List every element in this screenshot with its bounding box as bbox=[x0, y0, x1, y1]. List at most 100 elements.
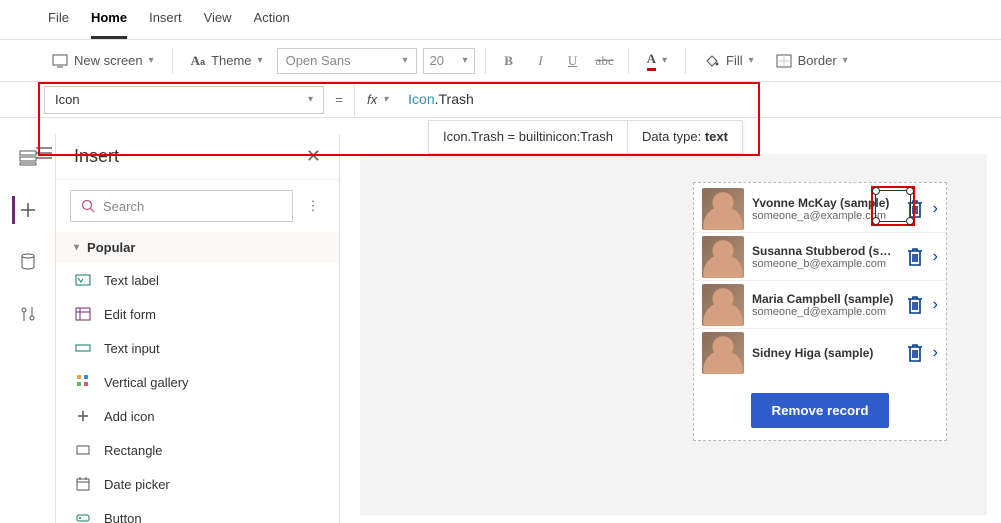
left-rail bbox=[0, 134, 56, 523]
search-placeholder: Search bbox=[103, 199, 144, 214]
chevron-right-icon[interactable]: › bbox=[933, 200, 938, 218]
chevron-right-icon[interactable]: › bbox=[933, 344, 938, 362]
item-icon bbox=[74, 305, 92, 323]
property-value: Icon bbox=[55, 92, 80, 107]
paint-bucket-icon bbox=[704, 54, 720, 68]
insert-item[interactable]: Add icon bbox=[56, 399, 339, 433]
item-label: Add icon bbox=[104, 409, 155, 424]
chevron-down-icon: ▾ bbox=[749, 55, 754, 66]
menu-tabs: File Home Insert View Action bbox=[0, 0, 1001, 40]
font-size-select[interactable]: 20 ▾ bbox=[423, 48, 475, 74]
gallery-card[interactable]: Susanna Stubberod (sample)someone_b@exam… bbox=[694, 233, 946, 281]
avatar bbox=[702, 236, 744, 278]
insert-item[interactable]: Text label bbox=[56, 263, 339, 297]
card-text: Sidney Higa (sample) bbox=[752, 346, 897, 360]
insert-item[interactable]: Date picker bbox=[56, 467, 339, 501]
bold-button[interactable]: B bbox=[496, 48, 522, 74]
border-button[interactable]: Border ▾ bbox=[768, 49, 856, 72]
tab-file[interactable]: File bbox=[48, 10, 69, 39]
font-size-value: 20 bbox=[430, 53, 444, 68]
insert-item[interactable]: Text input bbox=[56, 331, 339, 365]
trash-icon[interactable] bbox=[905, 294, 925, 316]
new-screen-label: New screen bbox=[74, 53, 143, 68]
chevron-down-icon: ▾ bbox=[403, 55, 408, 66]
chevron-down-icon: ▾ bbox=[662, 55, 667, 66]
chevron-right-icon[interactable]: › bbox=[933, 248, 938, 266]
border-label: Border bbox=[798, 53, 837, 68]
property-select[interactable]: Icon ▾ bbox=[44, 86, 324, 114]
insert-item[interactable]: Rectangle bbox=[56, 433, 339, 467]
rail-data[interactable] bbox=[14, 248, 42, 276]
fill-button[interactable]: Fill ▾ bbox=[696, 49, 762, 72]
chevron-down-icon: ▾ bbox=[383, 94, 388, 105]
selection-handles[interactable] bbox=[875, 190, 911, 222]
theme-button[interactable]: Aa Theme ▾ bbox=[183, 49, 271, 73]
trash-icon[interactable] bbox=[905, 342, 925, 364]
card-text: Susanna Stubberod (sample)someone_b@exam… bbox=[752, 244, 897, 270]
theme-label: Theme bbox=[211, 53, 251, 68]
chevron-down-icon: ▾ bbox=[843, 55, 848, 66]
item-icon bbox=[74, 407, 92, 425]
fx-button[interactable]: fx▾ bbox=[354, 82, 400, 117]
remove-record-button[interactable]: Remove record bbox=[751, 393, 888, 428]
avatar bbox=[702, 332, 744, 374]
font-family-select[interactable]: Open Sans ▾ bbox=[277, 48, 417, 74]
strikethrough-button[interactable]: abc bbox=[592, 48, 618, 74]
chevron-down-icon: ▾ bbox=[308, 94, 313, 105]
item-label: Vertical gallery bbox=[104, 375, 189, 390]
item-label: Text label bbox=[104, 273, 159, 288]
tab-home[interactable]: Home bbox=[91, 10, 127, 39]
item-icon bbox=[74, 339, 92, 357]
panel-title: Insert bbox=[74, 146, 119, 167]
item-icon bbox=[74, 441, 92, 459]
chevron-down-icon: ▾ bbox=[463, 55, 468, 66]
gallery-card[interactable]: Maria Campbell (sample)someone_d@example… bbox=[694, 281, 946, 329]
card-text: Maria Campbell (sample)someone_d@example… bbox=[752, 292, 897, 318]
italic-button[interactable]: I bbox=[528, 48, 554, 74]
more-options-button[interactable]: ⋮ bbox=[301, 198, 325, 214]
font-color-button[interactable]: A ▾ bbox=[639, 47, 675, 75]
rail-tools[interactable] bbox=[14, 300, 42, 328]
item-label: Rectangle bbox=[104, 443, 163, 458]
item-icon bbox=[74, 509, 92, 523]
avatar bbox=[702, 284, 744, 326]
chevron-right-icon[interactable]: › bbox=[933, 296, 938, 314]
item-label: Date picker bbox=[104, 477, 170, 492]
underline-button[interactable]: U bbox=[560, 48, 586, 74]
trash-icon[interactable] bbox=[905, 246, 925, 268]
chevron-down-icon: ▾ bbox=[149, 55, 154, 66]
tab-action[interactable]: Action bbox=[254, 10, 290, 39]
chevron-down-icon: ▾ bbox=[258, 55, 263, 66]
rail-insert[interactable] bbox=[12, 196, 40, 224]
font-family-value: Open Sans bbox=[286, 53, 351, 68]
close-icon[interactable]: ✕ bbox=[306, 146, 321, 167]
equals-sign: = bbox=[324, 92, 354, 107]
insert-item[interactable]: Edit form bbox=[56, 297, 339, 331]
gallery-card[interactable]: Sidney Higa (sample) › bbox=[694, 329, 946, 377]
category-popular[interactable]: ▾ Popular bbox=[56, 232, 339, 263]
formula-bar: Icon ▾ = fx▾ Icon.Trash bbox=[0, 82, 1001, 118]
new-screen-button[interactable]: New screen ▾ bbox=[44, 49, 162, 72]
tab-insert[interactable]: Insert bbox=[149, 10, 182, 39]
item-icon bbox=[74, 373, 92, 391]
card-name: Sidney Higa (sample) bbox=[752, 346, 897, 360]
search-input[interactable]: Search bbox=[70, 190, 293, 222]
item-icon bbox=[74, 475, 92, 493]
fill-label: Fill bbox=[726, 53, 743, 68]
avatar bbox=[702, 188, 744, 230]
item-label: Text input bbox=[104, 341, 160, 356]
tab-view[interactable]: View bbox=[204, 10, 232, 39]
insert-item[interactable]: Button bbox=[56, 501, 339, 523]
insert-item[interactable]: Vertical gallery bbox=[56, 365, 339, 399]
formula-hint: Icon.Trash = builtinicon:Trash Data type… bbox=[428, 120, 743, 154]
hamburger-icon[interactable] bbox=[36, 146, 52, 160]
search-icon bbox=[81, 199, 95, 213]
item-icon bbox=[74, 271, 92, 289]
border-icon bbox=[776, 54, 792, 68]
card-email: someone_b@example.com bbox=[752, 258, 897, 270]
formula-input[interactable]: Icon.Trash bbox=[400, 91, 474, 108]
ribbon: New screen ▾ Aa Theme ▾ Open Sans ▾ 20 ▾… bbox=[0, 40, 1001, 82]
card-email: someone_d@example.com bbox=[752, 306, 897, 318]
item-label: Edit form bbox=[104, 307, 156, 322]
chevron-down-icon: ▾ bbox=[74, 242, 79, 253]
